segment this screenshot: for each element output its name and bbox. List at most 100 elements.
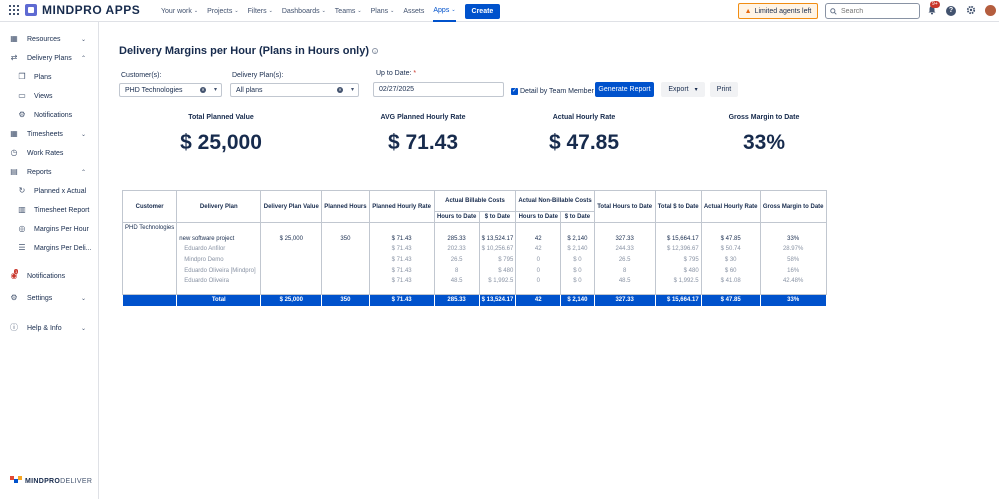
sidebar-item-resources[interactable]: ▦ Resources ⌄ [0, 31, 98, 47]
limited-agents-button[interactable]: ▲ Limited agents left [738, 3, 818, 19]
sidebar-item-help-info[interactable]: ⓘ Help & Info ⌄ [0, 320, 98, 336]
chevron-down-icon[interactable]: ⌄ [81, 295, 86, 302]
header-billable-hours: Hours to Date [433, 211, 480, 223]
sidebar-item-notifications[interactable]: ⚙ Notifications [0, 107, 98, 123]
header-planned-hourly-rate: Planned Hourly Rate [368, 190, 435, 223]
info-icon[interactable]: i [372, 48, 378, 55]
cell-nb-dollar: $ 2,140 [560, 233, 595, 244]
cell-b-dollar: $ 795 [478, 254, 517, 266]
sidebar-item-label: Plans [34, 73, 52, 81]
cell-plan-value [260, 275, 323, 287]
nav-projects[interactable]: Projects ⌄ [207, 8, 239, 15]
cell-nb-dollar: $ 2,140 [560, 243, 595, 255]
search-box[interactable] [825, 3, 920, 19]
search-icon [830, 7, 837, 15]
chevron-down-icon: ▾ [350, 87, 354, 93]
create-button[interactable]: Create [464, 3, 501, 19]
export-button[interactable]: Export ▾ [661, 82, 705, 97]
up-to-date-label-text: Up to Date: [376, 70, 412, 77]
print-button[interactable]: Print [710, 82, 738, 97]
cell-nb-dollar: $ 0 [560, 275, 595, 287]
sidebar-item-margins-per-hour[interactable]: ◎ Margins Per Hour [0, 221, 98, 237]
warning-icon: ▲ [744, 7, 752, 15]
customer-select[interactable]: PHD Technologies ✕ ▾ [119, 83, 222, 97]
chevron-up-icon[interactable]: ⌃ [81, 169, 86, 176]
detail-by-team-member-checkbox[interactable]: ✓ Detail by Team Member [511, 88, 594, 95]
sidebar-item-timesheets[interactable]: ▦ Timesheets ⌄ [0, 126, 98, 142]
generate-report-button[interactable]: Generate Report [595, 82, 654, 97]
copy-icon: ❐ [18, 72, 26, 81]
nav-your-work[interactable]: Your work ⌄ [161, 8, 198, 15]
sidebar-item-timesheet-report[interactable]: ▥ Timesheet Report [0, 202, 98, 218]
notifications-bell-icon[interactable]: 9+ [926, 1, 940, 16]
footer-brand-bold: MINDPRO [25, 477, 61, 485]
cell-plan: new software project [176, 233, 262, 244]
app-switcher-icon[interactable] [9, 5, 19, 15]
cell-planned-rate: $ 71.43 [368, 243, 435, 255]
notifications-count-badge: 1 [14, 269, 19, 274]
sidebar-item-delivery-plans[interactable]: ⇄ Delivery Plans ⌃ [0, 50, 98, 66]
sidebar-item-margins-per-deli[interactable]: ☰ Margins Per Deli... [0, 240, 98, 256]
delivery-plan-label: Delivery Plan(s): [232, 72, 284, 79]
nav-assets[interactable]: Assets [403, 8, 424, 15]
search-input[interactable] [841, 7, 911, 15]
page-title: Delivery Margins per Hour (Plans in Hour… [119, 45, 378, 57]
cell-total-hours [593, 222, 656, 234]
sidebar-item-label: Work Rates [27, 149, 64, 157]
doc-icon: ▥ [18, 205, 26, 214]
chevron-down-icon: ▾ [694, 87, 698, 93]
empty-cell [654, 286, 702, 296]
cell-total-dollar [654, 222, 702, 234]
total-cell-nb-dollar: $ 2,140 [560, 294, 595, 306]
chevron-up-icon[interactable]: ⌃ [81, 55, 86, 62]
brand-logo[interactable]: MINDPRO APPS [25, 3, 140, 17]
help-icon[interactable]: ? [946, 5, 956, 16]
cell-nb-hours [515, 222, 562, 234]
empty-cell [700, 286, 761, 296]
cell-margin: 28.97% [759, 243, 827, 255]
nav-plans[interactable]: Plans ⌄ [371, 8, 395, 15]
settings-icon: ⚙ [10, 293, 18, 302]
delivery-plan-select[interactable]: All plans ✕ ▾ [230, 83, 359, 97]
chevron-down-icon[interactable]: ⌄ [81, 131, 86, 138]
chevron-down-icon[interactable]: ⌄ [81, 36, 86, 43]
clock-icon: ◷ [10, 148, 18, 157]
checkbox-checked-icon[interactable]: ✓ [511, 88, 518, 95]
cell-actual-rate: $ 30 [700, 254, 761, 266]
chevron-down-icon[interactable]: ⌄ [81, 325, 86, 332]
up-to-date-label: Up to Date: * [376, 70, 416, 77]
cell-planned-hours [321, 243, 370, 255]
sidebar-item-reports[interactable]: ▤ Reports ⌃ [0, 164, 98, 180]
cell-plan: Mindpro Demo [176, 254, 262, 266]
cell-total-hours: 244.33 [593, 243, 656, 255]
header-customer: Customer [121, 190, 178, 223]
sidebar-item-settings[interactable]: ⚙ Settings ⌄ [0, 290, 98, 306]
total-cell-empty [121, 294, 178, 306]
sidebar-item-label: Timesheet Report [34, 206, 90, 214]
kpi-label: Gross Margin to Date [728, 114, 800, 121]
cell-customer [121, 275, 178, 287]
nav-apps[interactable]: Apps ⌄ [433, 0, 456, 22]
settings-gear-icon[interactable] [965, 5, 976, 16]
nav-teams[interactable]: Teams ⌄ [335, 8, 362, 15]
limited-agents-label: Limited agents left [754, 7, 812, 15]
user-avatar[interactable] [985, 5, 996, 16]
page-title-text: Delivery Margins per Hour (Plans in Hour… [119, 45, 369, 57]
sidebar-item-views[interactable]: ▭ Views [0, 88, 98, 104]
nav-filters[interactable]: Filters ⌄ [248, 8, 273, 15]
main-content: Delivery Margins per Hour (Plans in Hour… [100, 22, 999, 499]
sidebar-item-work-rates[interactable]: ◷ Work Rates [0, 145, 98, 161]
sidebar-item-notifications[interactable]: ◉ 1 Notifications [0, 268, 98, 284]
kpi-label: Actual Hourly Rate [552, 114, 616, 121]
cell-b-dollar: $ 10,256.67 [478, 243, 517, 255]
sidebar-item-plans[interactable]: ❐ Plans [0, 69, 98, 85]
nav-dashboards[interactable]: Dashboards ⌄ [282, 8, 326, 15]
empty-cell [560, 286, 595, 296]
sidebar-item-planned-x-actual[interactable]: ↻ Planned x Actual [0, 183, 98, 199]
cell-actual-rate [700, 222, 761, 234]
cell-b-dollar: $ 1,992.5 [478, 275, 517, 287]
clear-icon[interactable]: ✕ [200, 87, 206, 93]
cell-margin: 16% [759, 265, 827, 276]
clear-icon[interactable]: ✕ [337, 87, 343, 93]
up-to-date-input[interactable]: 02/27/2025 [373, 82, 504, 97]
